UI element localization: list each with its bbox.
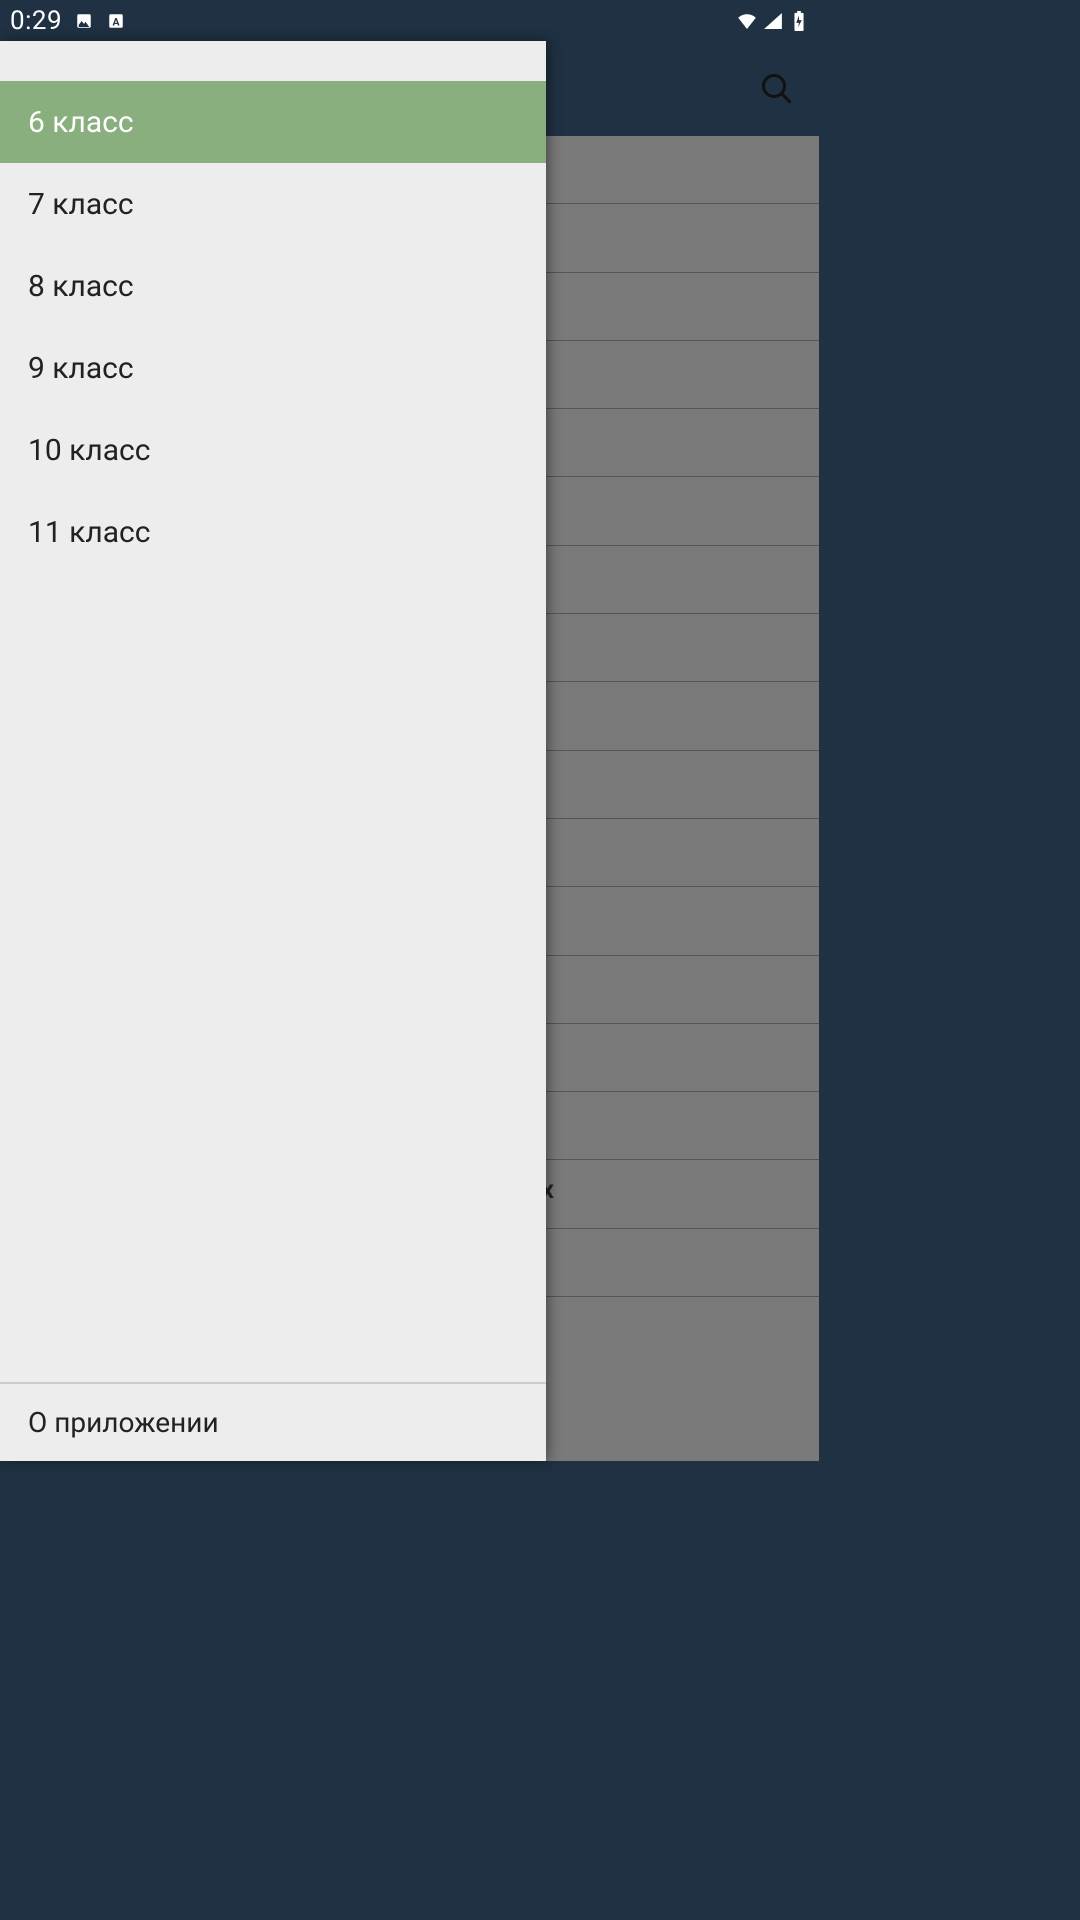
navigation-drawer: 6 класс 7 класс 8 класс 9 класс 10 класс… <box>0 41 546 1461</box>
drawer-item-class-10[interactable]: 10 класс <box>0 409 546 491</box>
drawer-about-item[interactable]: О приложении <box>0 1384 546 1461</box>
drawer-item-label: 10 класс <box>28 433 150 468</box>
drawer-footer-label: О приложении <box>28 1406 219 1439</box>
drawer-spacer <box>0 573 546 1382</box>
drawer-item-class-11[interactable]: 11 класс <box>0 491 546 573</box>
drawer-item-label: 7 класс <box>28 187 134 222</box>
drawer-list: 6 класс 7 класс 8 класс 9 класс 10 класс… <box>0 81 546 573</box>
drawer-item-class-9[interactable]: 9 класс <box>0 327 546 409</box>
drawer-item-class-8[interactable]: 8 класс <box>0 245 546 327</box>
drawer-item-label: 9 класс <box>28 351 134 386</box>
drawer-header <box>0 41 546 81</box>
drawer-item-class-7[interactable]: 7 класс <box>0 163 546 245</box>
drawer-item-label: 11 класс <box>28 515 150 550</box>
drawer-item-class-6[interactable]: 6 класс <box>0 81 546 163</box>
drawer-item-label: 6 класс <box>28 105 134 140</box>
drawer-item-label: 8 класс <box>28 269 134 304</box>
